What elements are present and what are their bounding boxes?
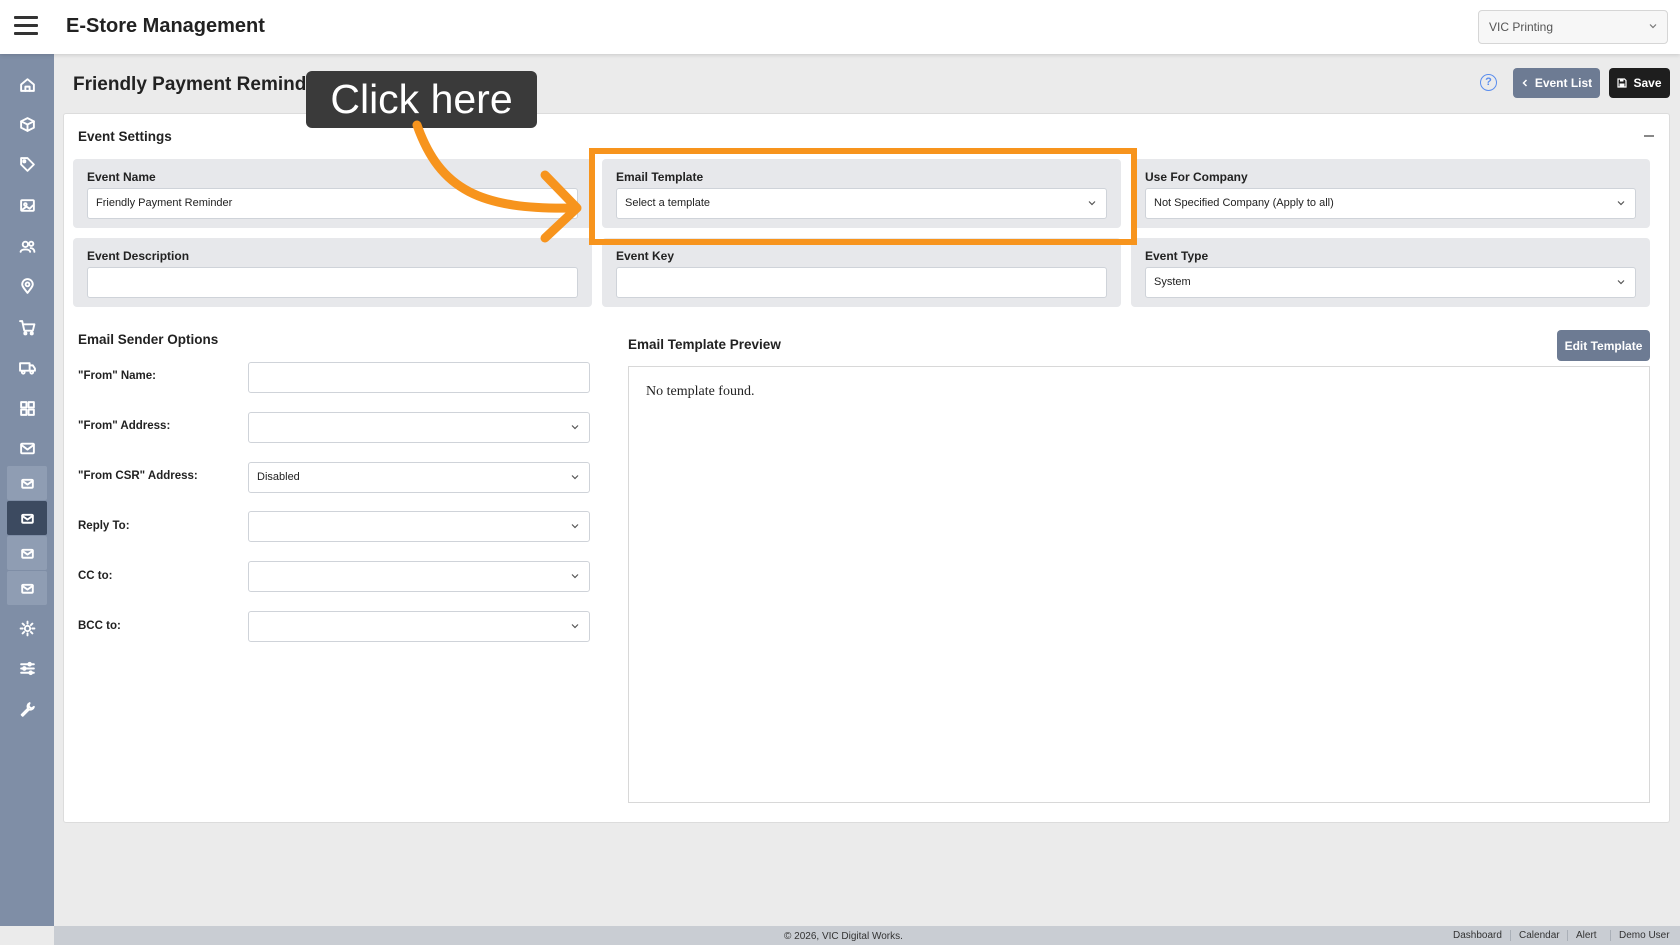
sidebar-item-mail-sub[interactable]: [7, 536, 47, 570]
floppy-disk-icon: [1617, 78, 1628, 88]
event-list-button[interactable]: Event List: [1513, 68, 1600, 98]
event-name-field[interactable]: Friendly Payment Reminder: [87, 188, 578, 219]
sidebar-item-mail[interactable]: [7, 431, 47, 465]
location-pin-icon: [20, 277, 34, 294]
event-description-label: Event Description: [87, 249, 190, 263]
sidebar-item-gear[interactable]: [7, 611, 47, 645]
sliders-icon: [19, 661, 35, 675]
event-type-select[interactable]: System: [1145, 267, 1636, 298]
chevron-left-icon: [1522, 79, 1527, 87]
sidebar-item-image[interactable]: [7, 188, 47, 222]
event-name-value: Friendly Payment Reminder: [96, 197, 233, 209]
sidebar-item-tag[interactable]: [7, 147, 47, 181]
click-here-callout: Click here: [306, 71, 537, 128]
mail-icon: [20, 548, 34, 559]
chevron-down-icon: [571, 574, 579, 579]
footer-link-calendar[interactable]: Calendar: [1510, 930, 1568, 941]
chevron-down-icon: [571, 425, 579, 430]
users-icon: [19, 240, 35, 253]
cc-to-label: CC to:: [78, 570, 113, 582]
bcc-to-label: BCC to:: [78, 620, 121, 632]
truck-icon: [18, 361, 36, 375]
event-settings-title: Event Settings: [78, 129, 172, 144]
event-type-label: Event Type: [1145, 249, 1209, 263]
app-title: E-Store Management: [66, 15, 265, 37]
chevron-down-icon: [571, 524, 579, 529]
help-icon[interactable]: ?: [1480, 74, 1497, 91]
from-csr-address-label: "From CSR" Address:: [78, 470, 198, 482]
use-for-company-label: Use For Company: [1145, 170, 1248, 184]
mail-icon: [20, 583, 34, 594]
use-for-company-select[interactable]: Not Specified Company (Apply to all): [1145, 188, 1636, 219]
footer-link-demo-user[interactable]: Demo User: [1610, 930, 1678, 941]
sidebar-item-users[interactable]: [7, 229, 47, 263]
sidebar-item-grid[interactable]: [7, 391, 47, 425]
event-type-value: System: [1154, 276, 1191, 288]
sidebar-item-sliders[interactable]: [7, 651, 47, 685]
email-template-highlight: [589, 148, 1137, 245]
mail-icon: [20, 513, 34, 524]
top-bar: E-Store Management VIC Printing: [0, 0, 1680, 54]
from-csr-address-select[interactable]: Disabled: [248, 462, 590, 493]
company-select[interactable]: VIC Printing: [1478, 10, 1668, 44]
page-title: Friendly Payment Reminder: [73, 74, 325, 95]
sidebar-item-cart[interactable]: [7, 310, 47, 344]
cart-icon: [18, 319, 35, 335]
from-address-label: "From" Address:: [78, 420, 171, 432]
sidebar-item-mail-sub[interactable]: [7, 571, 47, 605]
sidebar-item-mail-sub[interactable]: [7, 466, 47, 500]
footer-link-dashboard[interactable]: Dashboard: [1445, 930, 1510, 941]
wrench-icon: [20, 701, 35, 717]
edit-template-label: Edit Template: [1564, 338, 1643, 353]
footer: © 2026, VIC Digital Works. Dashboard Cal…: [54, 926, 1680, 945]
sidebar-item-package[interactable]: [7, 107, 47, 141]
footer-link-alert[interactable]: Alert: [1567, 930, 1605, 941]
mail-icon: [20, 478, 34, 489]
preview-empty-text: No template found.: [646, 384, 755, 399]
chevron-down-icon: [1649, 24, 1657, 29]
gear-icon: [19, 620, 35, 636]
email-sender-options-title: Email Sender Options: [78, 332, 219, 347]
event-list-label: Event List: [1534, 76, 1593, 90]
sidebar-item-home[interactable]: [7, 67, 47, 101]
chevron-down-icon: [1617, 280, 1625, 285]
chevron-down-icon: [1617, 201, 1625, 206]
chevron-down-icon: [571, 624, 579, 629]
email-template-preview-title: Email Template Preview: [628, 337, 781, 352]
hamburger-menu-icon[interactable]: [14, 16, 38, 36]
from-name-label: "From" Name:: [78, 370, 157, 382]
event-name-label: Event Name: [87, 170, 156, 184]
sidebar-item-wrench[interactable]: [7, 692, 47, 726]
callout-text: Click here: [330, 76, 513, 122]
chevron-down-icon: [571, 475, 579, 480]
from-name-field[interactable]: [248, 362, 590, 393]
sidebar-item-truck[interactable]: [7, 350, 47, 384]
package-icon: [19, 116, 35, 132]
sidebar-item-location-pin[interactable]: [7, 269, 47, 303]
home-icon: [19, 77, 35, 92]
image-icon: [19, 198, 35, 212]
use-for-company-value: Not Specified Company (Apply to all): [1154, 197, 1334, 209]
tag-icon: [19, 156, 35, 172]
save-label: Save: [1633, 76, 1662, 90]
edit-template-button[interactable]: Edit Template: [1557, 330, 1650, 361]
reply-to-label: Reply To:: [78, 520, 130, 532]
from-address-select[interactable]: [248, 412, 590, 443]
company-select-value: VIC Printing: [1489, 20, 1554, 34]
grid-icon: [19, 400, 35, 416]
email-template-preview: No template found.: [628, 366, 1650, 803]
sidebar: [0, 54, 54, 926]
collapse-icon[interactable]: [1644, 127, 1654, 139]
bcc-to-select[interactable]: [248, 611, 590, 642]
reply-to-select[interactable]: [248, 511, 590, 542]
event-key-label: Event Key: [616, 249, 675, 263]
from-csr-address-value: Disabled: [257, 471, 300, 483]
mail-icon: [19, 442, 35, 454]
sidebar-item-mail-sub-active[interactable]: [7, 501, 47, 535]
save-button[interactable]: Save: [1609, 68, 1670, 98]
event-key-field[interactable]: [616, 267, 1107, 298]
cc-to-select[interactable]: [248, 561, 590, 592]
footer-copyright: © 2026, VIC Digital Works.: [784, 931, 903, 942]
event-description-field[interactable]: [87, 267, 578, 298]
